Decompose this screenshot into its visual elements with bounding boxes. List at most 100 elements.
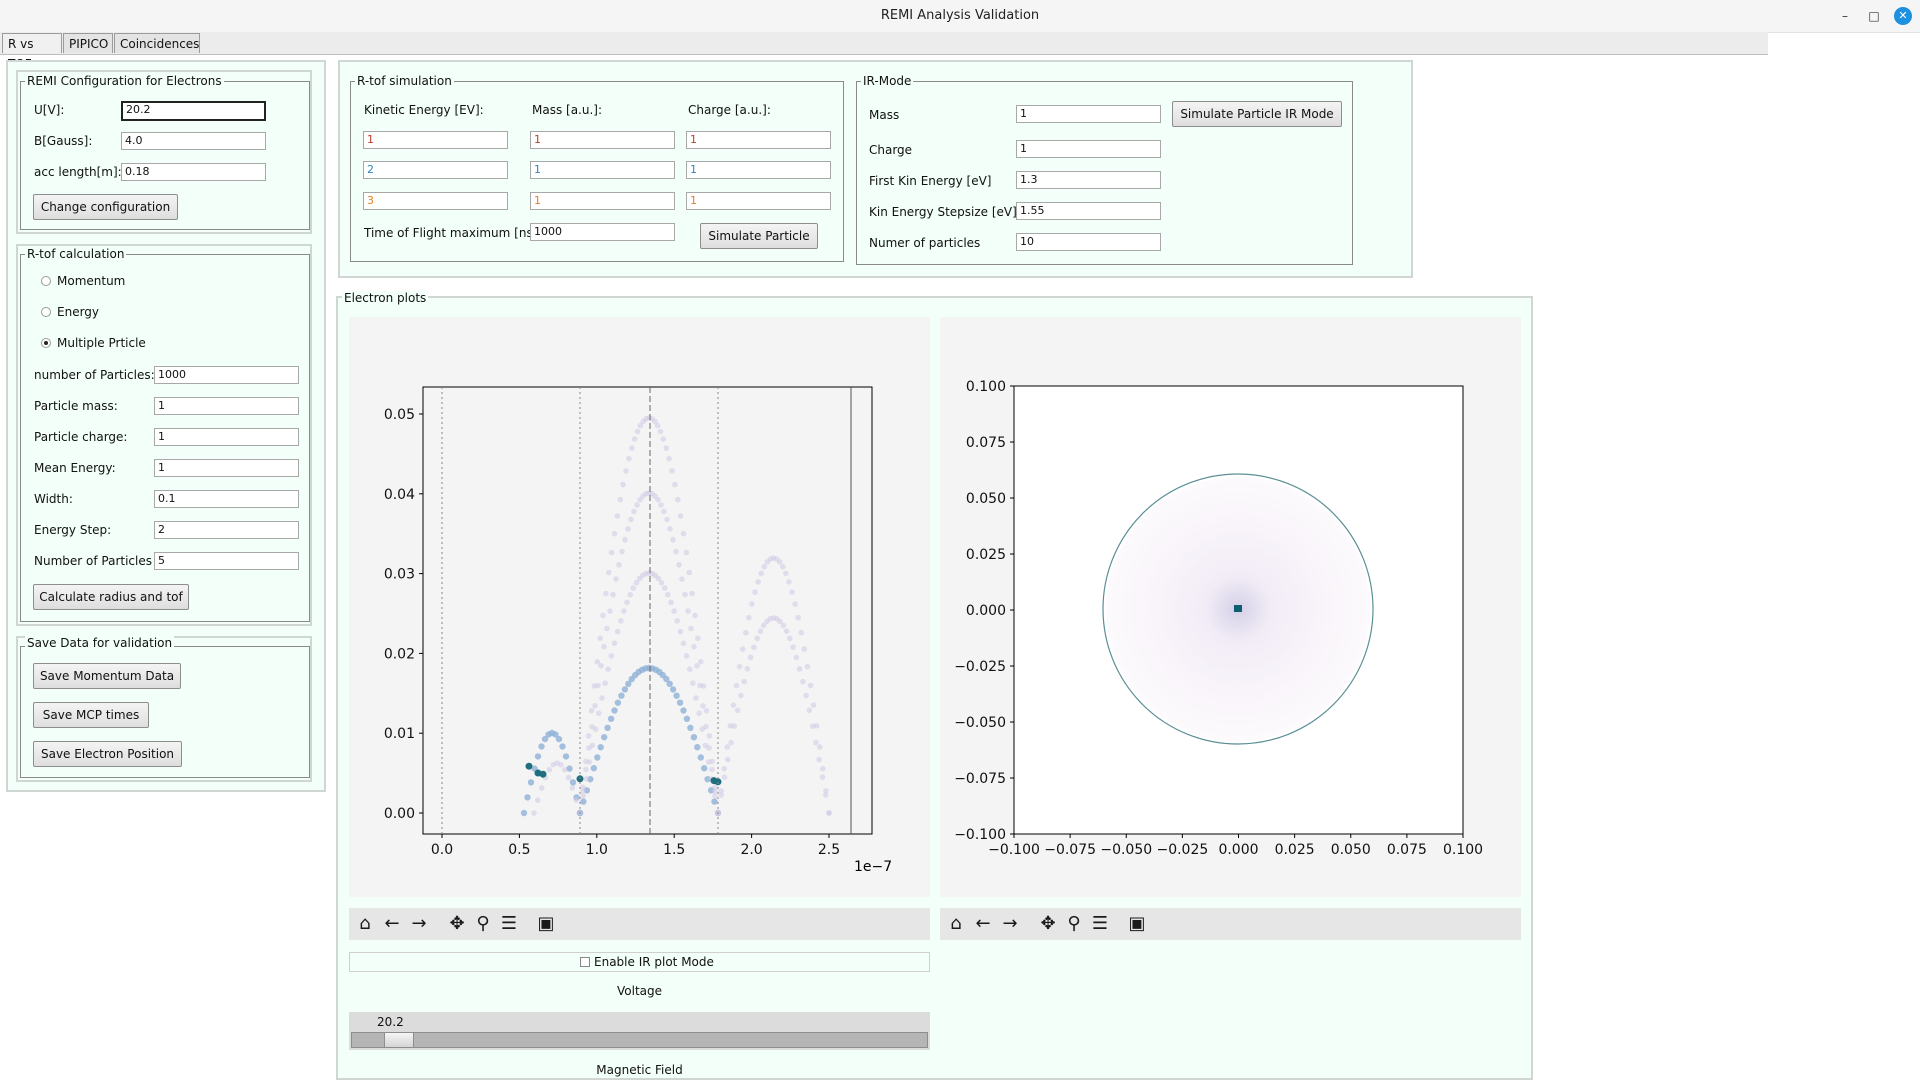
pan-icon[interactable]: ✥ (445, 908, 469, 940)
field-label: Energy Step: (34, 523, 112, 537)
radio-momentum-circle[interactable] (41, 276, 51, 286)
acc-length-label: acc length[m]: (34, 165, 122, 179)
ir-first-kin-energy-label: First Kin Energy [eV] (869, 174, 992, 188)
x-tick-label: 0.050 (1331, 842, 1371, 858)
sim-row-1-col-1-input[interactable]: 1 (530, 161, 675, 179)
save-group-title: Save Data for validation (25, 636, 175, 650)
u-input[interactable]: 20.2 (121, 101, 266, 121)
zoom-icon[interactable]: ⚲ (1062, 908, 1086, 940)
u-label: U[V]: (34, 103, 65, 117)
x-tick-label: −0.050 (1100, 842, 1152, 858)
save-icon[interactable]: ▣ (534, 908, 558, 940)
radio-energy[interactable]: Energy (33, 303, 153, 323)
maximize-button[interactable]: □ (1865, 8, 1883, 24)
sim-row-2-col-0-input[interactable]: 3 (363, 192, 508, 210)
y-tick-label: 0.00 (384, 806, 415, 822)
ir-first-kin-energy-input[interactable]: 1.3 (1016, 171, 1161, 189)
configure-icon[interactable]: ☰ (497, 908, 521, 940)
y-tick-label: 0.025 (966, 547, 1006, 563)
voltage-slider-track[interactable] (351, 1032, 928, 1048)
change-configuration-button[interactable]: Change configuration (33, 194, 178, 220)
simulate-particle-button[interactable]: Simulate Particle (700, 223, 818, 249)
radio-multiple-particle-label: Multiple Prticle (57, 336, 146, 350)
zoom-icon[interactable]: ⚲ (471, 908, 495, 940)
energy-step-input[interactable]: 2 (154, 521, 299, 539)
tab-coincidences[interactable]: Coincidences (114, 33, 200, 53)
back-arrow-icon[interactable]: ← (971, 908, 995, 940)
pan-icon[interactable]: ✥ (1036, 908, 1060, 940)
ir-mode-title: IR-Mode (861, 74, 914, 88)
voltage-label: Voltage (616, 984, 662, 998)
field-label: Width: (34, 492, 73, 506)
mean-energy-input[interactable]: 1 (154, 459, 299, 477)
ir-num-particles-input[interactable]: 10 (1016, 233, 1161, 251)
field-label: Particle charge: (34, 430, 128, 444)
sim-row-2-col-2-input[interactable]: 1 (686, 192, 831, 210)
save-icon[interactable]: ▣ (1125, 908, 1149, 940)
save-mcp-times-button[interactable]: Save MCP times (33, 702, 149, 728)
ir-charge-input[interactable]: 1 (1016, 140, 1161, 158)
number-of-particles-step-input[interactable]: 5 (154, 552, 299, 570)
home-icon[interactable]: ⌂ (944, 908, 968, 940)
x-tick-label: 0.000 (1218, 842, 1258, 858)
sim-row-0-col-2-input[interactable]: 1 (686, 131, 831, 149)
save-electron-position-button[interactable]: Save Electron Position (33, 741, 182, 767)
ir-kin-step-label: Kin Energy Stepsize [eV] (869, 205, 1017, 219)
forward-arrow-icon[interactable]: → (998, 908, 1022, 940)
tab-pipico[interactable]: PIPICO (63, 33, 113, 53)
particle-mass-input[interactable]: 1 (154, 397, 299, 415)
b-input[interactable]: 4.0 (121, 132, 266, 150)
acc-length-input[interactable]: 0.18 (121, 163, 266, 181)
ir-plot-checkbox-row[interactable]: Enable IR plot Mode (349, 952, 930, 972)
b-label: B[Gauss]: (34, 134, 93, 148)
y-tick-label: 0.04 (384, 487, 415, 503)
ir-kin-step-input[interactable]: 1.55 (1016, 202, 1161, 220)
sim-row-1-col-2-input[interactable]: 1 (686, 161, 831, 179)
radio-energy-circle[interactable] (41, 307, 51, 317)
rtof-plot-area: 0.00 0.01 0.02 0.03 0.04 0.05 0.0 0.5 1.0 1.5 2.0… (349, 317, 930, 897)
radio-momentum[interactable]: Momentum (33, 272, 153, 292)
x-tick-label: −0.100 (988, 842, 1040, 858)
y-tick-label: 0.075 (966, 435, 1006, 451)
simulate-ir-mode-button[interactable]: Simulate Particle IR Mode (1172, 101, 1342, 127)
sim-row-1-col-0-input[interactable]: 2 (363, 161, 508, 179)
y-tick-label: −0.025 (954, 659, 1006, 675)
configure-icon[interactable]: ☰ (1088, 908, 1112, 940)
radio-multiple-particle[interactable]: Multiple Prticle (33, 334, 153, 354)
home-icon[interactable]: ⌂ (353, 908, 377, 940)
rtof-plot[interactable]: 0.00 0.01 0.02 0.03 0.04 0.05 0.0 0.5 1.0 1.5 2.0… (349, 317, 930, 897)
voltage-slider-handle[interactable] (383, 1032, 414, 1048)
save-momentum-data-button[interactable]: Save Momentum Data (33, 663, 181, 689)
calculate-radius-tof-button[interactable]: Calculate radius and tof (33, 584, 189, 610)
tof-max-input[interactable]: 1000 (530, 223, 675, 241)
rtof-calc-title: R-tof calculation (25, 247, 127, 261)
ir-plot-checkbox[interactable] (580, 957, 590, 967)
width-input[interactable]: 0.1 (154, 490, 299, 508)
hexbin-layer (520, 415, 832, 817)
ir-num-particles-label: Numer of particles (869, 236, 981, 250)
x-tick-label: 2.0 (740, 842, 762, 858)
sim-row-2-col-1-input[interactable]: 1 (530, 192, 675, 210)
position-plot[interactable]: 0.100 0.075 0.050 0.025 0.000 −0.025 −0.050 −0.… (940, 317, 1521, 897)
y-tick-label: −0.050 (954, 715, 1006, 731)
field-label: Particle mass: (34, 399, 118, 413)
minimize-button[interactable]: – (1836, 8, 1854, 24)
x-tick-label: 0.075 (1387, 842, 1427, 858)
back-arrow-icon[interactable]: ← (380, 908, 404, 940)
close-button[interactable]: ✕ (1894, 7, 1912, 25)
forward-arrow-icon[interactable]: → (407, 908, 431, 940)
rtof-sim-title: R-tof simulation (355, 74, 454, 88)
tab-r-vs-tof[interactable]: R vs TOF (2, 33, 62, 71)
x-tick-label: 1.0 (586, 842, 608, 858)
sim-row-0-col-1-input[interactable]: 1 (530, 131, 675, 149)
y-tick-label: 0.100 (966, 379, 1006, 395)
particle-charge-input[interactable]: 1 (154, 428, 299, 446)
center-hotspot (1234, 605, 1242, 612)
charge-header: Charge [a.u.]: (688, 103, 771, 117)
sim-row-0-col-0-input[interactable]: 1 (363, 131, 508, 149)
radio-multiple-particle-circle[interactable] (41, 338, 51, 348)
number-of-particles-input[interactable]: 1000 (154, 366, 299, 384)
ir-mass-input[interactable]: 1 (1016, 105, 1161, 123)
radio-energy-label: Energy (57, 305, 100, 319)
kinetic-energy-header: Kinetic Energy [EV]: (364, 103, 484, 117)
